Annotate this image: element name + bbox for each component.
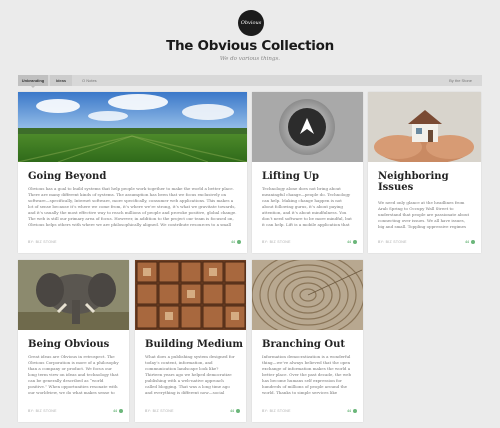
post-title[interactable]: Going Beyond bbox=[28, 171, 106, 182]
house-hands-photo bbox=[368, 92, 481, 162]
site-logo[interactable]: Obvious bbox=[238, 10, 264, 36]
post-card-lifting-up[interactable]: Lifting Up Technology alone does not bri… bbox=[252, 92, 363, 253]
recommend-icon[interactable] bbox=[353, 240, 357, 244]
post-card-neighboring-issues[interactable]: Neighboring Issues We need only glance a… bbox=[368, 92, 481, 253]
post-card-branching-out[interactable]: Branching Out Information democratizatio… bbox=[252, 260, 363, 422]
post-title[interactable]: Being Obvious bbox=[28, 339, 109, 350]
tagline: We do various things. bbox=[219, 56, 281, 62]
recommend-icon[interactable] bbox=[237, 240, 241, 244]
post-byline: BY: BIZ STONE bbox=[262, 409, 291, 413]
tab-ideas[interactable]: Ideas bbox=[50, 75, 72, 86]
post-title[interactable]: Lifting Up bbox=[262, 171, 319, 182]
recommend-count: 44 bbox=[230, 409, 234, 413]
post-byline: BY: BIZ STONE bbox=[378, 240, 407, 244]
post-title[interactable]: Neighboring Issues bbox=[378, 171, 468, 193]
field-photo bbox=[18, 92, 247, 162]
post-byline: BY: BIZ STONE bbox=[28, 240, 57, 244]
post-excerpt: Great ideas are Obvious in retrospect. T… bbox=[28, 354, 119, 395]
post-excerpt: Information democratization is a wonderf… bbox=[262, 354, 352, 395]
recommend-count: 44 bbox=[113, 409, 117, 413]
post-title[interactable]: Branching Out bbox=[262, 339, 345, 350]
type-blocks-photo bbox=[135, 260, 246, 330]
recommend-count: 44 bbox=[465, 240, 469, 244]
post-title[interactable]: Building Medium bbox=[145, 339, 243, 350]
post-excerpt: Obvious has a goal to build systems that… bbox=[28, 186, 237, 227]
notes-link[interactable]: O Notes bbox=[82, 78, 97, 83]
page-title: The Obvious Collection bbox=[166, 38, 334, 54]
recommend-count: 44 bbox=[231, 240, 235, 244]
recommend-count: 44 bbox=[347, 409, 351, 413]
tab-unbranding[interactable]: Unbranding bbox=[18, 75, 48, 88]
recommend-icon[interactable] bbox=[119, 409, 123, 413]
button-photo bbox=[252, 92, 363, 162]
recommend-icon[interactable] bbox=[353, 409, 357, 413]
author-link[interactable]: By the Stone bbox=[449, 78, 472, 83]
recommend-icon[interactable] bbox=[236, 409, 240, 413]
elephant-photo bbox=[18, 260, 129, 330]
post-card-going-beyond[interactable]: Going Beyond Obvious has a goal to build… bbox=[18, 92, 247, 253]
post-excerpt: What does a publishing system designed f… bbox=[145, 354, 235, 397]
nav-bar: Unbranding Ideas O Notes By the Stone bbox=[18, 75, 482, 88]
recommend-count: 44 bbox=[347, 240, 351, 244]
post-card-building-medium[interactable]: Building Medium What does a publishing s… bbox=[135, 260, 246, 422]
post-card-being-obvious[interactable]: Being Obvious Great ideas are Obvious in… bbox=[18, 260, 129, 422]
post-excerpt: Technology alone does not bring about me… bbox=[262, 186, 352, 229]
logo-text: Obvious bbox=[240, 20, 262, 26]
post-excerpt: We need only glance at the headlines fro… bbox=[378, 200, 470, 229]
post-byline: BY: BIZ STONE bbox=[28, 409, 57, 413]
tree-rings-photo bbox=[252, 260, 363, 330]
post-byline: BY: BIZ STONE bbox=[262, 240, 291, 244]
recommend-icon[interactable] bbox=[471, 240, 475, 244]
post-byline: BY: BIZ STONE bbox=[145, 409, 174, 413]
